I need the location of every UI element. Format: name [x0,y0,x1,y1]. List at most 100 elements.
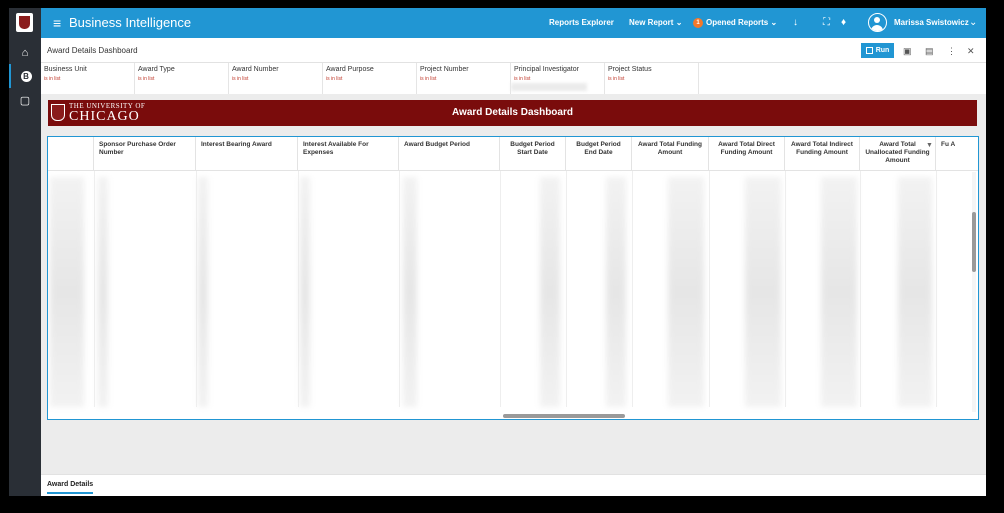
dashboard-badge: B [20,70,32,82]
column-header[interactable]: Budget Period Start Date [500,137,566,171]
column-header[interactable]: Interest Bearing Award [196,137,298,171]
filter-label: Project Number [420,66,469,73]
run-button[interactable]: Run [861,43,894,58]
redacted-data [606,177,626,407]
filter-project-number[interactable]: Project Number is in list [417,63,511,94]
filter-principal-investigator[interactable]: Principal Investigator is in list [511,63,605,94]
column-header[interactable]: Sponsor Purchase Order Number [94,137,196,171]
filter-value: is in list [44,76,61,82]
opened-reports-menu[interactable]: 1 Opened Reports ⌄ [693,18,777,28]
chevron-down-icon: ⌄ [675,18,683,27]
redacted-data [198,177,208,407]
filter-icon[interactable]: ▼ [926,142,933,149]
redacted-data [668,177,704,407]
dashboard-icon[interactable]: B [9,64,41,88]
fullscreen-icon[interactable]: ⛶ [823,17,830,28]
scroll-thumb[interactable] [972,212,976,272]
column-divider [94,171,95,407]
vertical-scrollbar[interactable] [972,172,976,412]
report-header: Award Details Dashboard Run ▣ ▤ ⋮ ✕ [41,38,986,63]
app-title: Business Intelligence [69,15,192,30]
tab-award-details[interactable]: Award Details [47,481,94,494]
column-header[interactable]: Award Budget Period [399,137,500,171]
column-divider [632,171,633,407]
screen-frame: ⌂ B ▢ ≡ Business Intelligence Reports Ex… [0,0,1004,513]
run-icon [865,47,873,54]
redacted-data [403,177,417,407]
column-divider [860,171,861,407]
home-icon[interactable]: ⌂ [9,41,41,65]
dashboard-canvas: THE UNIVERSITY OF CHICAGO Award Details … [41,94,986,474]
more-icon[interactable]: ⋮ [947,46,956,57]
filter-award-number[interactable]: Award Number is in list [229,63,323,94]
crest-icon [19,16,30,29]
filter-value: is in list [608,76,625,82]
redacted-data [745,177,781,407]
new-report-label: New Report [629,18,674,27]
user-name[interactable]: Marissa Swistowicz [894,18,969,27]
filter-award-type[interactable]: Award Type is in list [135,63,229,94]
redacted-data [50,177,84,407]
filter-bar: Business Unit is in list Award Type is i… [41,63,986,94]
filter-business-unit[interactable]: Business Unit is in list [41,63,135,94]
report-tabs: Award Details [41,474,986,496]
app-window: ⌂ B ▢ ≡ Business Intelligence Reports Ex… [9,8,986,496]
redacted-data [821,177,857,407]
download-icon[interactable]: ↓ [793,17,798,28]
redacted-data [898,177,932,407]
column-divider [298,171,299,407]
filter-label: Principal Investigator [514,66,579,73]
avatar[interactable] [868,13,887,32]
filter-label: Business Unit [44,66,87,73]
page-title: Award Details Dashboard [47,46,138,55]
filter-value: is in list [232,76,249,82]
column-header[interactable]: Award Total Unallocated Funding Amount [860,137,936,171]
opened-reports-label: Opened Reports [706,18,769,28]
chevron-down-icon: ⌄ [770,18,778,28]
column-header[interactable]: Award Total Indirect Funding Amount [785,137,860,171]
filter-label: Award Type [138,66,175,73]
bell-icon[interactable]: ♦ [841,17,846,28]
menu-icon[interactable]: ≡ [53,15,61,31]
column-divider [709,171,710,407]
filter-label: Award Number [232,66,279,73]
filter-award-purpose[interactable]: Award Purpose is in list [323,63,417,94]
column-divider [196,171,197,407]
left-rail: ⌂ B ▢ [9,8,41,496]
column-divider [785,171,786,407]
filter-project-status[interactable]: Project Status is in list [605,63,699,94]
column-divider [936,171,937,407]
reports-explorer-link[interactable]: Reports Explorer [549,18,614,27]
column-divider [399,171,400,407]
filter-value: is in list [138,76,155,82]
horizontal-scrollbar[interactable] [503,414,625,418]
column-divider [500,171,501,407]
column-header[interactable]: Award Total Direct Funding Amount [709,137,785,171]
column-header[interactable]: Budget Period End Date [566,137,632,171]
column-divider [566,171,567,407]
award-details-table[interactable]: Sponsor Purchase Order Number Interest B… [47,136,979,420]
top-bar: ≡ Business Intelligence Reports Explorer… [41,8,986,38]
redacted-value [511,83,587,91]
redacted-data [300,177,310,407]
column-header[interactable]: Award Total Funding Amount [632,137,709,171]
run-label: Run [875,47,890,54]
column-header[interactable]: Interest Available For Expenses [298,137,399,171]
save-icon[interactable]: ▣ [903,46,912,57]
filter-value: is in list [326,76,343,82]
dashboard-banner: THE UNIVERSITY OF CHICAGO Award Details … [48,100,977,126]
opened-reports-count: 1 [693,18,703,28]
close-icon[interactable]: ✕ [967,46,975,57]
new-report-menu[interactable]: New Report ⌄ [629,18,682,27]
redacted-data [98,177,108,407]
monitor-icon[interactable]: ▢ [9,88,41,112]
filter-label: Award Purpose [326,66,374,73]
column-header[interactable] [48,137,94,171]
uchicago-logo[interactable] [16,13,33,32]
document-icon[interactable]: ▤ [925,46,934,57]
chevron-down-icon[interactable]: ⌄ [969,17,977,28]
redacted-data [540,177,560,407]
column-header[interactable]: Fu A [936,137,978,171]
banner-title: Award Details Dashboard [452,107,573,118]
filter-value: is in list [420,76,437,82]
